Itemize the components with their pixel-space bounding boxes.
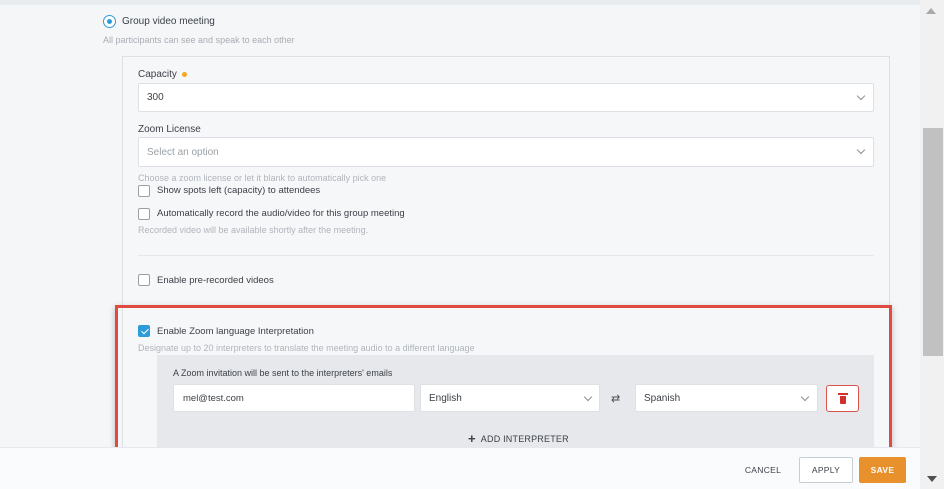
cancel-button[interactable]: CANCEL <box>738 458 788 482</box>
chevron-down-icon <box>856 91 866 101</box>
auto-record-help: Recorded video will be available shortly… <box>138 225 369 235</box>
prerecorded-label[interactable]: Enable pre-recorded videos <box>157 275 274 286</box>
show-spots-label[interactable]: Show spots left (capacity) to attendees <box>157 185 320 196</box>
apply-button[interactable]: APPLY <box>799 457 853 483</box>
group-video-meeting-radio[interactable] <box>103 15 116 28</box>
scroll-down-arrow-icon[interactable] <box>927 476 937 482</box>
show-spots-checkbox[interactable] <box>138 185 150 197</box>
highlight-annotation <box>115 305 892 451</box>
zoom-license-placeholder: Select an option <box>147 146 219 158</box>
auto-record-label[interactable]: Automatically record the audio/video for… <box>157 208 405 219</box>
capacity-label-text: Capacity <box>138 69 177 80</box>
top-bar <box>0 0 920 5</box>
capacity-select[interactable]: 300 <box>138 83 874 112</box>
zoom-license-help: Choose a zoom license or let it blank to… <box>138 173 387 183</box>
capacity-value: 300 <box>147 92 164 103</box>
scrollbar-thumb[interactable] <box>923 128 943 356</box>
prerecorded-checkbox[interactable] <box>138 274 150 286</box>
group-video-meeting-label[interactable]: Group video meeting <box>122 16 215 27</box>
required-indicator <box>181 71 187 77</box>
zoom-license-label: Zoom License <box>138 124 201 135</box>
capacity-label: Capacity <box>138 69 187 80</box>
section-divider <box>138 255 874 256</box>
scroll-up-arrow-icon[interactable] <box>926 8 936 14</box>
chevron-down-icon <box>856 145 866 155</box>
zoom-license-select[interactable]: Select an option <box>138 137 874 167</box>
save-button[interactable]: SAVE <box>859 457 906 483</box>
auto-record-checkbox[interactable] <box>138 208 150 220</box>
group-video-meeting-help: All participants can see and speak to ea… <box>103 35 295 45</box>
